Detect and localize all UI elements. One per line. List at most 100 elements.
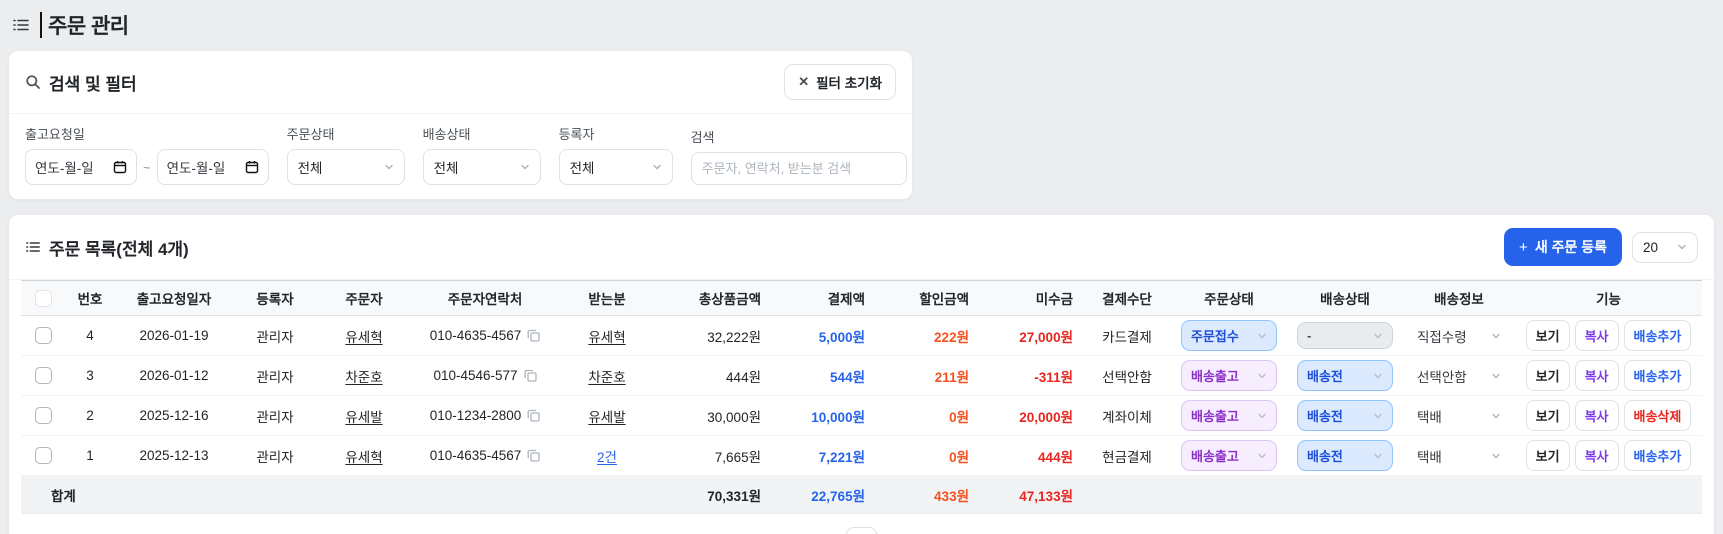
page-size-select[interactable]: 20 xyxy=(1632,231,1698,263)
chevron-down-icon xyxy=(1374,373,1382,379)
chevron-down-icon xyxy=(652,164,661,170)
current-page[interactable]: 1 xyxy=(845,527,878,534)
copy-button[interactable]: 복사 xyxy=(1574,360,1619,391)
filter-order-status: 주문상태 전체 xyxy=(286,124,405,185)
add-delivery-button[interactable]: 배송추가 xyxy=(1623,360,1692,391)
cell-contact: 010-4546-577 xyxy=(411,355,559,396)
cell-registrant: 관리자 xyxy=(233,355,317,396)
cell-date: 2025-12-16 xyxy=(115,395,233,436)
row-checkbox[interactable] xyxy=(34,327,52,344)
chevron-down-icon xyxy=(1374,333,1382,339)
row-checkbox[interactable] xyxy=(34,407,52,424)
cell-receiver[interactable]: 2건 xyxy=(559,435,655,476)
delivery-info-select[interactable]: 택배 xyxy=(1413,401,1505,431)
summary-row: 합계 70,331원 22,765원 433원 47,133원 xyxy=(21,475,1702,514)
view-button[interactable]: 보기 xyxy=(1525,400,1570,431)
column-header: 출고요청일자 xyxy=(115,280,233,316)
select-all-checkbox[interactable] xyxy=(34,289,52,307)
copy-button[interactable]: 복사 xyxy=(1574,400,1619,431)
delivery-status-filter-select[interactable]: 전체 xyxy=(422,149,541,185)
delivery-status-select[interactable]: 배송전 xyxy=(1297,360,1393,391)
cell-orderer[interactable]: 차준호 xyxy=(317,355,411,396)
chevron-down-icon xyxy=(1258,333,1266,339)
table-row: 2 2025-12-16 관리자 유세발 010-1234-2800 유세발 3… xyxy=(21,395,1702,436)
delivery-status-select[interactable]: 배송전 xyxy=(1297,440,1393,471)
order-status-select[interactable]: 주문접수 xyxy=(1181,320,1277,351)
prev-page-button[interactable]: ‹ 이전 xyxy=(796,530,831,534)
column-header: 주문자 xyxy=(317,280,411,316)
cell-receiver[interactable]: 차준호 xyxy=(559,355,655,396)
column-header: 할인금액 xyxy=(875,280,979,316)
new-order-button[interactable]: + 새 주문 등록 xyxy=(1504,228,1622,266)
filter-panel: 검색 및 필터 ✕ 필터 초기화 출고요청일 연도-월-일 ~ 연도-월-일 주… xyxy=(8,50,913,200)
cell-orderer[interactable]: 유세혁 xyxy=(317,435,411,476)
column-header: 기능 xyxy=(1515,280,1702,316)
order-status-select[interactable]: 배송출고 xyxy=(1181,400,1277,431)
ship-date-from-input[interactable]: 연도-월-일 xyxy=(25,149,137,185)
cell-orderer[interactable]: 유세발 xyxy=(317,395,411,436)
copy-button[interactable]: 복사 xyxy=(1574,320,1619,351)
delivery-info-select[interactable]: 직접수령 xyxy=(1413,321,1505,351)
view-button[interactable]: 보기 xyxy=(1525,320,1570,351)
cell-actions: 보기 복사 배송추가 xyxy=(1525,440,1692,471)
cell-actions: 보기 복사 배송삭제 xyxy=(1525,400,1692,431)
next-page-button[interactable]: 다음 › xyxy=(891,530,926,534)
add-delivery-button[interactable]: 배송추가 xyxy=(1623,320,1692,351)
chevron-left-icon: ‹ xyxy=(796,530,801,534)
cell-actions: 보기 복사 배송추가 xyxy=(1525,320,1692,351)
copy-icon[interactable] xyxy=(527,449,540,462)
column-header: 주문상태 xyxy=(1171,280,1287,316)
chevron-down-icon xyxy=(1258,453,1266,459)
cell-orderer[interactable]: 유세혁 xyxy=(317,315,411,356)
ship-date-to-input[interactable]: 연도-월-일 xyxy=(156,149,269,185)
plus-icon: + xyxy=(1519,238,1528,256)
chevron-down-icon xyxy=(1258,373,1266,379)
cell-registrant: 관리자 xyxy=(233,395,317,436)
row-checkbox[interactable] xyxy=(34,447,52,464)
delivery-info-select[interactable]: 택배 xyxy=(1413,441,1505,471)
search-icon xyxy=(26,75,40,89)
cell-date: 2026-01-12 xyxy=(115,355,233,396)
order-status-filter-select[interactable]: 전체 xyxy=(286,149,405,185)
table-row: 3 2026-01-12 관리자 차준호 010-4546-577 차준호 44… xyxy=(21,355,1702,396)
order-table: 번호 출고요청일자 등록자 주문자 주문자연락처 받는분 총상품금액 결제액 할인금액 미수금 결제… xyxy=(21,280,1702,514)
cell-contact: 010-4635-4567 xyxy=(411,435,559,476)
order-status-select[interactable]: 배송출고 xyxy=(1181,360,1277,391)
copy-icon[interactable] xyxy=(527,329,540,342)
cell-discount: 0원 xyxy=(875,395,979,436)
cell-discount: 0원 xyxy=(875,435,979,476)
view-button[interactable]: 보기 xyxy=(1525,360,1570,391)
column-header: 배송상태 xyxy=(1287,280,1403,316)
copy-button[interactable]: 복사 xyxy=(1574,440,1619,471)
delivery-status-select[interactable]: 배송전 xyxy=(1297,400,1393,431)
column-header: 총상품금액 xyxy=(655,280,771,316)
copy-icon[interactable] xyxy=(524,369,537,382)
cell-total: 444원 xyxy=(655,355,771,396)
chevron-down-icon xyxy=(1258,413,1266,419)
cell-receiver[interactable]: 유세혁 xyxy=(559,315,655,356)
column-header: 미수금 xyxy=(979,280,1083,316)
delivery-status-select[interactable]: - xyxy=(1297,322,1393,349)
cell-receiver[interactable]: 유세발 xyxy=(559,395,655,436)
filter-reset-button[interactable]: ✕ 필터 초기화 xyxy=(784,64,896,100)
search-input[interactable] xyxy=(690,152,907,185)
order-status-select[interactable]: 배송출고 xyxy=(1181,440,1277,471)
row-checkbox[interactable] xyxy=(34,367,52,384)
cell-payment: 계좌이체 xyxy=(1083,395,1171,436)
add-delivery-button[interactable]: 배송추가 xyxy=(1623,440,1692,471)
cell-total: 30,000원 xyxy=(655,395,771,436)
column-header: 주문자연락처 xyxy=(411,280,559,316)
delete-delivery-button[interactable]: 배송삭제 xyxy=(1623,400,1692,431)
cell-no: 3 xyxy=(65,355,115,396)
cell-unpaid: 20,000원 xyxy=(979,395,1083,436)
copy-icon[interactable] xyxy=(527,409,540,422)
cell-paid: 10,000원 xyxy=(771,395,875,436)
delivery-info-select[interactable]: 선택안함 xyxy=(1413,361,1505,391)
column-header: 결제액 xyxy=(771,280,875,316)
registrant-filter-select[interactable]: 전체 xyxy=(558,149,673,185)
column-header: 배송정보 xyxy=(1403,280,1515,316)
cell-total: 32,222원 xyxy=(655,315,771,356)
registrant-label: 등록자 xyxy=(558,127,595,142)
cell-contact: 010-1234-2800 xyxy=(411,395,559,436)
view-button[interactable]: 보기 xyxy=(1525,440,1570,471)
